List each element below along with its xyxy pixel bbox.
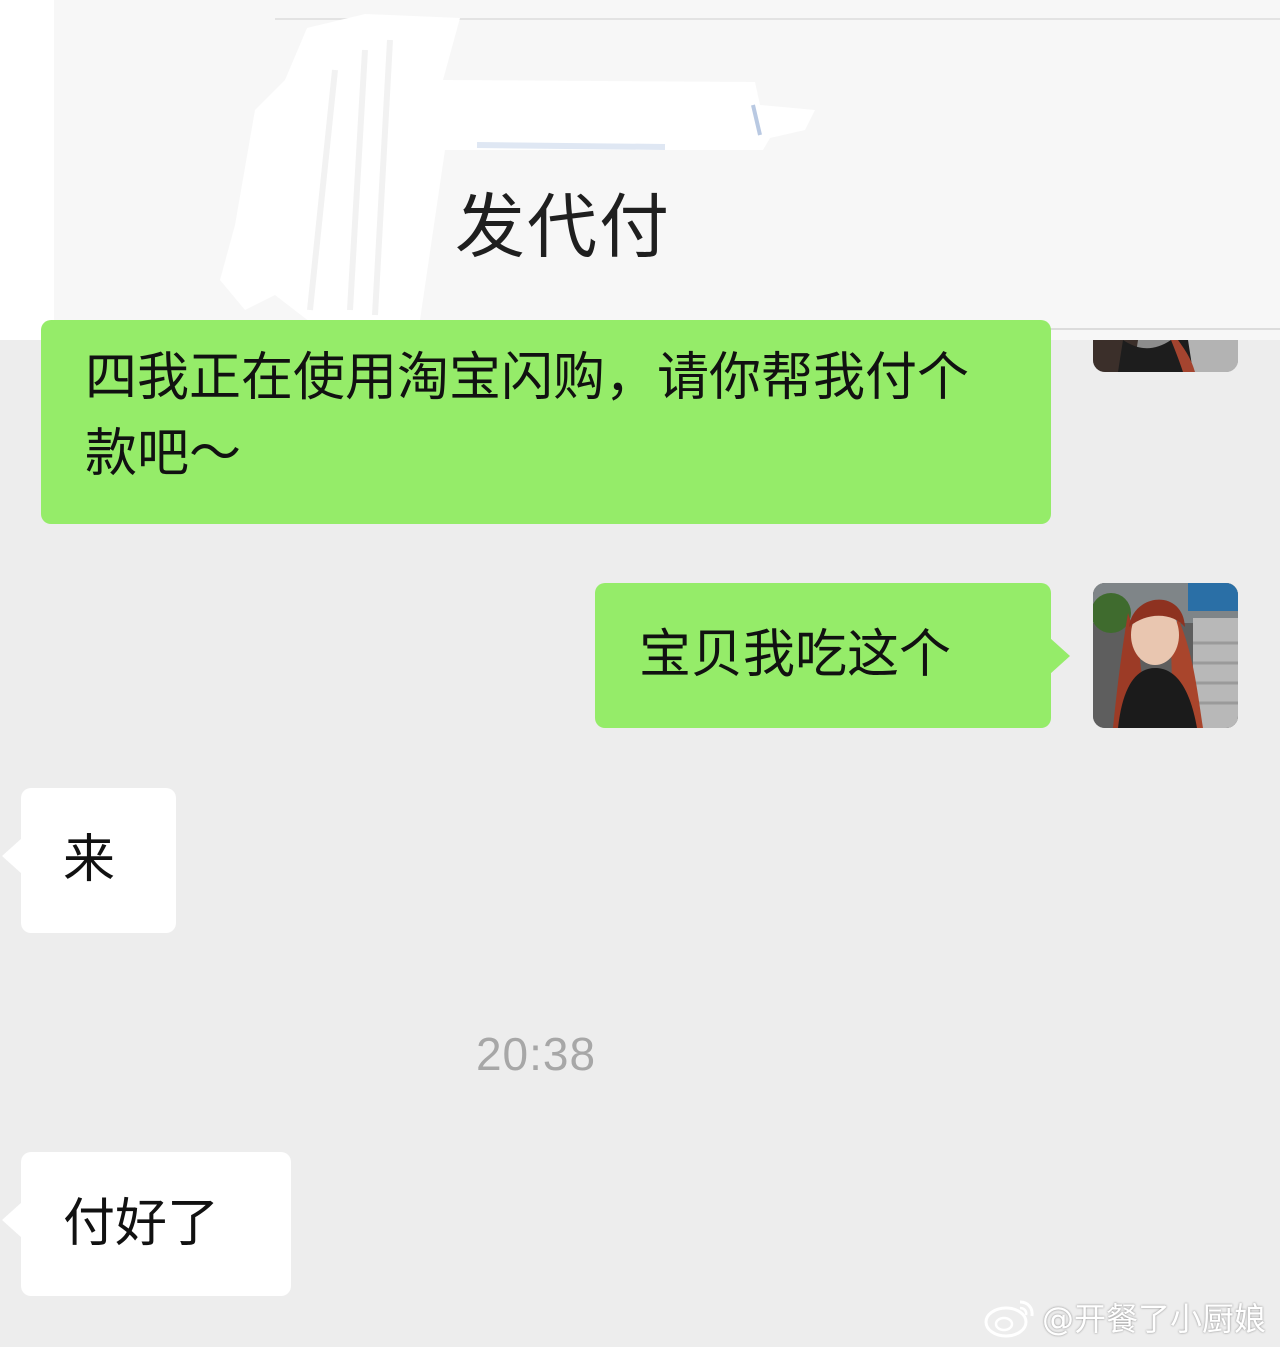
chat-timestamp: 20:38	[475, 1028, 597, 1080]
received-bubble-tail	[2, 838, 22, 874]
sent-bubble-tail	[1050, 638, 1070, 674]
user-avatar[interactable]	[1093, 583, 1238, 728]
sent-message-bubble[interactable]: 宝贝我吃这个	[595, 583, 1051, 728]
watermark-text: @开餐了小厨娘	[1041, 1300, 1266, 1338]
payment-request-subtitle: 发代付	[455, 186, 671, 268]
weibo-logo-icon	[984, 1300, 1034, 1338]
weibo-watermark: @开餐了小厨娘	[984, 1293, 1266, 1341]
avatar-photo-icon	[1093, 583, 1238, 728]
redaction-scribble	[220, 14, 815, 322]
received-message-bubble[interactable]: 付好了	[21, 1152, 291, 1296]
header-left-strip	[0, 0, 54, 340]
received-bubble-tail	[2, 1202, 22, 1238]
received-message-bubble[interactable]: 来	[21, 788, 176, 933]
payment-request-header: 发代付	[0, 0, 1280, 340]
avatar-photo-icon	[1093, 340, 1238, 372]
user-avatar-partial[interactable]	[1093, 340, 1238, 372]
sent-message-bubble[interactable]: 四我正在使用淘宝闪购，请你帮我付个款吧～	[41, 320, 1051, 524]
